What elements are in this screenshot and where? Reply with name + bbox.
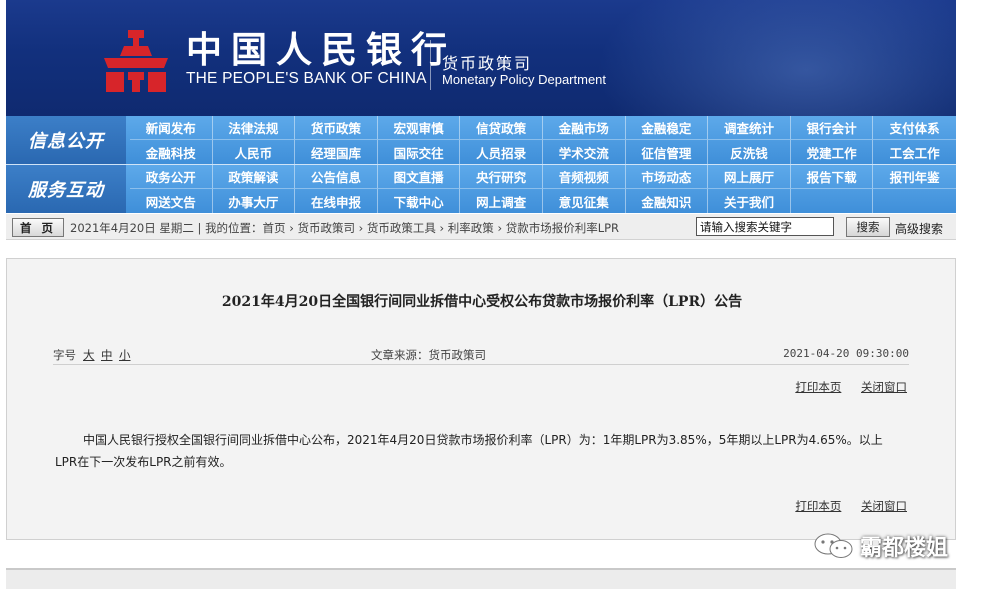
- nav-item-announcements[interactable]: 公告信息: [295, 165, 378, 189]
- nav-service-interaction: 服务互动 政务公开 政策解读 公告信息 图文直播 央行研究 音频视频 市场动态 …: [6, 165, 956, 213]
- nav-item-news-release[interactable]: 新闻发布: [130, 116, 213, 140]
- nav-item-empty-2: [873, 189, 956, 213]
- current-date: 2021年4月20日 星期二: [70, 221, 194, 235]
- font-small-link[interactable]: 小: [119, 347, 131, 363]
- article-body: 中国人民银行授权全国银行间同业拆借中心公布，2021年4月20日贷款市场报价利率…: [55, 433, 883, 469]
- nav-item-financial-stability[interactable]: 金融稳定: [625, 116, 709, 140]
- nav-item-online-survey[interactable]: 网上调查: [460, 189, 543, 213]
- nav-item-report-download[interactable]: 报告下载: [790, 165, 874, 189]
- nav-item-download-center[interactable]: 下载中心: [378, 189, 461, 213]
- banner-glow: [596, 0, 956, 116]
- print-page-link[interactable]: 打印本页: [795, 380, 841, 394]
- breadcrumb-separator: |: [197, 221, 206, 235]
- nav-item-online-notices[interactable]: 网送文告: [130, 189, 213, 213]
- nav-item-laws[interactable]: 法律法规: [212, 116, 296, 140]
- article-actions-bottom: 打印本页 关闭窗口: [779, 498, 907, 514]
- wechat-icon: [814, 533, 853, 558]
- watermark-text: 霸都楼姐: [860, 536, 949, 561]
- breadcrumb-path[interactable]: 我的位置：首页 › 货币政策司 › 货币政策工具 › 利率政策 › 贷款市场报价…: [205, 221, 619, 235]
- nav-item-financial-knowledge[interactable]: 金融知识: [626, 189, 709, 213]
- article-actions-top: 打印本页 关闭窗口: [779, 379, 907, 395]
- home-button[interactable]: 首 页: [12, 218, 64, 237]
- header-banner: 中国人民银行 THE PEOPLE'S BANK OF CHINA 货币政策司 …: [6, 0, 956, 116]
- nav-service-grid: 政务公开 政策解读 公告信息 图文直播 央行研究 音频视频 市场动态 网上展厅 …: [130, 165, 956, 213]
- nav-item-treasury[interactable]: 经理国库: [295, 140, 378, 164]
- nav-service-label: 服务互动: [6, 165, 126, 213]
- nav-item-statistics[interactable]: 调查统计: [708, 116, 791, 140]
- page: 中国人民银行 THE PEOPLE'S BANK OF CHINA 货币政策司 …: [0, 0, 988, 589]
- nav-item-research[interactable]: 央行研究: [460, 165, 543, 189]
- article-date: 2021-04-20 09:30:00: [783, 347, 909, 360]
- article-panel: 2021年4月20日全国银行间同业拆借中心受权公布贷款市场报价利率（LPR）公告…: [6, 258, 956, 540]
- pboc-logo-icon[interactable]: [98, 28, 174, 94]
- nav-item-party-building[interactable]: 党建工作: [791, 140, 874, 164]
- print-page-link-bottom[interactable]: 打印本页: [795, 499, 841, 513]
- nav-info-disclosure: 信息公开 新闻发布 法律法规 货币政策 宏观审慎 信贷政策 金融市场 金融稳定 …: [6, 116, 956, 164]
- nav-item-payment-system[interactable]: 支付体系: [873, 116, 956, 140]
- nav-item-international[interactable]: 国际交往: [378, 140, 461, 164]
- nav-item-macro-prudential[interactable]: 宏观审慎: [377, 116, 461, 140]
- nav-item-monetary-policy[interactable]: 货币政策: [295, 116, 378, 140]
- article-source: 文章来源：货币政策司: [371, 348, 486, 362]
- footer-bar: [6, 568, 956, 589]
- nav-item-credit-policy[interactable]: 信贷政策: [460, 116, 543, 140]
- nav-item-academic[interactable]: 学术交流: [543, 140, 626, 164]
- font-medium-link[interactable]: 中: [101, 347, 113, 363]
- nav-item-recruitment[interactable]: 人员招录: [460, 140, 543, 164]
- nav-item-bank-accounting[interactable]: 银行会计: [790, 116, 874, 140]
- article-title: 2021年4月20日全国银行间同业拆借中心受权公布贷款市场报价利率（LPR）公告: [221, 294, 743, 310]
- department-name-cn: 货币政策司: [442, 54, 533, 73]
- search-input[interactable]: [696, 217, 834, 236]
- nav-info-label: 信息公开: [6, 116, 126, 164]
- nav-info-grid: 新闻发布 法律法规 货币政策 宏观审慎 信贷政策 金融市场 金融稳定 调查统计 …: [130, 116, 956, 164]
- article-meta: 字号 大 中 小 文章来源：货币政策司 2021-04-20 09:30:00: [53, 345, 909, 365]
- font-size-label: 字号: [53, 348, 76, 362]
- nav-item-financial-market[interactable]: 金融市场: [542, 116, 626, 140]
- nav-item-gov-affairs[interactable]: 政务公开: [130, 165, 213, 189]
- bank-name-cn: 中国人民银行: [186, 29, 457, 71]
- department-name-en: Monetary Policy Department: [442, 72, 607, 87]
- bank-name-en: THE PEOPLE'S BANK OF CHINA: [186, 70, 427, 87]
- nav-item-policy-interpretation[interactable]: 政策解读: [212, 165, 296, 189]
- search-button[interactable]: 搜索: [846, 217, 890, 237]
- close-window-link-bottom[interactable]: 关闭窗口: [861, 499, 907, 513]
- nav-item-market-news[interactable]: 市场动态: [625, 165, 709, 189]
- nav-item-union[interactable]: 工会工作: [873, 140, 956, 164]
- nav-item-live[interactable]: 图文直播: [377, 165, 461, 189]
- advanced-search-link[interactable]: 高级搜索: [895, 220, 943, 237]
- nav-item-media[interactable]: 音频视频: [542, 165, 626, 189]
- nav-item-online-exhibition[interactable]: 网上展厅: [708, 165, 791, 189]
- nav-item-online-declaration[interactable]: 在线申报: [295, 189, 378, 213]
- nav-item-fintech[interactable]: 金融科技: [130, 140, 213, 164]
- nav-item-feedback[interactable]: 意见征集: [543, 189, 626, 213]
- nav-item-empty-1: [791, 189, 874, 213]
- nav-item-yearbook[interactable]: 报刊年鉴: [873, 165, 956, 189]
- nav-item-credit-reference[interactable]: 征信管理: [626, 140, 709, 164]
- font-large-link[interactable]: 大: [83, 347, 95, 363]
- nav-item-anti-money-laundering[interactable]: 反洗钱: [708, 140, 791, 164]
- close-window-link[interactable]: 关闭窗口: [861, 380, 907, 394]
- breadcrumb: 2021年4月20日 星期二 | 我的位置：首页 › 货币政策司 › 货币政策工…: [70, 220, 619, 236]
- header-divider: [430, 40, 431, 90]
- nav-item-about-us[interactable]: 关于我们: [708, 189, 791, 213]
- nav-item-rmb[interactable]: 人民币: [213, 140, 296, 164]
- watermark: 霸都楼姐: [812, 530, 948, 562]
- nav-item-service-hall[interactable]: 办事大厅: [213, 189, 296, 213]
- breadcrumb-bar: 首 页 2021年4月20日 星期二 | 我的位置：首页 › 货币政策司 › 货…: [6, 214, 956, 240]
